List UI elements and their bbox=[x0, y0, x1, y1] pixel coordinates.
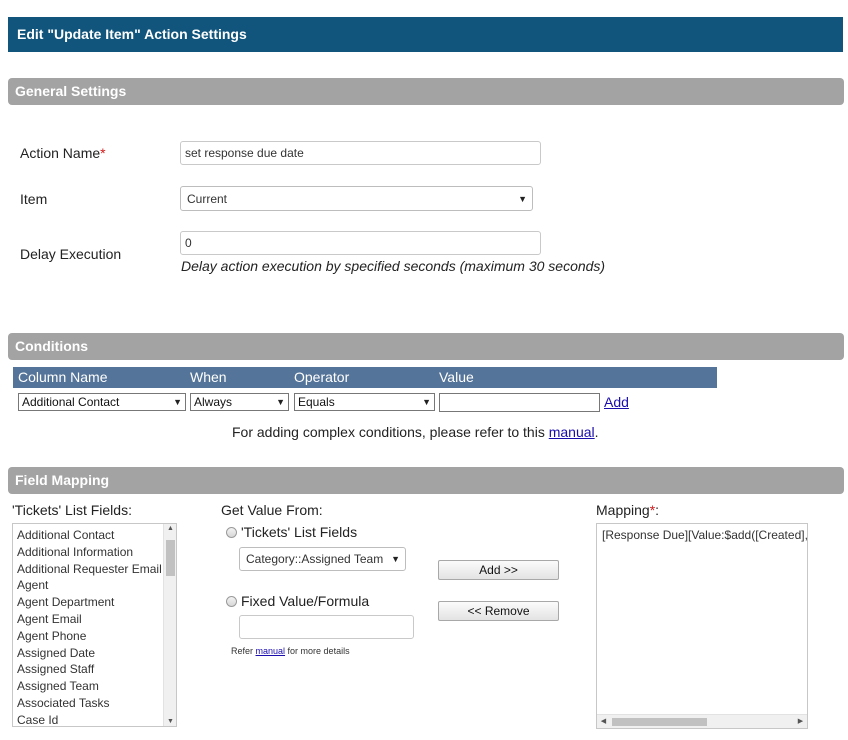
dialog-title: Edit "Update Item" Action Settings bbox=[8, 17, 843, 52]
scroll-down-arrow-icon[interactable]: ▼ bbox=[164, 718, 176, 725]
fixed-value-option-label: Fixed Value/Formula bbox=[241, 593, 370, 609]
value-header: Value bbox=[439, 369, 474, 385]
add-condition-link[interactable]: Add bbox=[604, 394, 629, 410]
mapping-label-colon: : bbox=[655, 502, 660, 518]
list-item[interactable]: Agent Department bbox=[13, 594, 164, 611]
list-item[interactable]: Assigned Staff bbox=[13, 661, 164, 678]
list-item[interactable]: Agent Email bbox=[13, 611, 164, 628]
conditions-manual-link[interactable]: manual bbox=[549, 424, 595, 440]
listbox-scrollbar[interactable]: ▲ ▼ bbox=[163, 524, 176, 726]
field-mapping-header: Field Mapping bbox=[8, 467, 844, 494]
fixed-value-radio[interactable] bbox=[226, 596, 237, 607]
refer-manual-link[interactable]: manual bbox=[256, 646, 286, 656]
fixed-value-input[interactable] bbox=[239, 615, 414, 639]
conditions-table-header: Column Name When Operator Value bbox=[13, 367, 717, 388]
list-item[interactable]: Additional Contact bbox=[13, 527, 164, 544]
action-name-label: Action Name* bbox=[20, 145, 106, 161]
source-field-select[interactable]: Category::Assigned Team ▼ bbox=[239, 547, 406, 571]
list-fields-label: 'Tickets' List Fields: bbox=[12, 502, 132, 518]
scrollbar-thumb[interactable] bbox=[612, 718, 707, 726]
list-item[interactable]: Assigned Team bbox=[13, 678, 164, 695]
list-item[interactable]: Additional Requester Email bbox=[13, 561, 164, 578]
scrollbar-thumb[interactable] bbox=[166, 540, 175, 576]
list-item[interactable]: Associated Tasks bbox=[13, 695, 164, 712]
mapping-label-text: Mapping bbox=[596, 502, 650, 518]
get-value-label: Get Value From: bbox=[221, 502, 323, 518]
item-label: Item bbox=[20, 191, 48, 207]
item-select[interactable]: Current ▼ bbox=[180, 186, 533, 211]
condition-operator-select[interactable]: Equals ▼ bbox=[294, 393, 435, 411]
list-fields-option-label: 'Tickets' List Fields bbox=[241, 524, 358, 540]
action-name-input[interactable]: set response due date bbox=[180, 141, 541, 165]
list-fields-listbox[interactable]: Additional Contact Additional Informatio… bbox=[12, 523, 177, 727]
chevron-down-icon: ▼ bbox=[518, 193, 527, 204]
condition-column-value: Additional Contact bbox=[22, 395, 120, 409]
refer-note-suffix: for more details bbox=[285, 646, 350, 656]
general-settings-header: General Settings bbox=[8, 78, 844, 105]
conditions-note-suffix: . bbox=[594, 424, 599, 440]
chevron-down-icon: ▼ bbox=[391, 554, 400, 564]
list-item[interactable]: Assigned Date bbox=[13, 645, 164, 662]
mapping-entry[interactable]: [Response Due][Value:$add([Created], bbox=[597, 524, 807, 542]
scroll-left-arrow-icon[interactable]: ◀ bbox=[597, 717, 610, 725]
remove-mapping-button[interactable]: << Remove bbox=[438, 601, 559, 621]
conditions-note: For adding complex conditions, please re… bbox=[232, 424, 599, 440]
condition-value-input[interactable] bbox=[439, 393, 600, 412]
mapping-listbox[interactable]: [Response Due][Value:$add([Created], ◀ ▶ bbox=[596, 523, 808, 729]
when-header: When bbox=[190, 369, 227, 385]
item-select-value: Current bbox=[187, 191, 228, 206]
required-mark: * bbox=[100, 145, 106, 161]
add-mapping-button[interactable]: Add >> bbox=[438, 560, 559, 580]
list-item[interactable]: Additional Information bbox=[13, 544, 164, 561]
condition-column-select[interactable]: Additional Contact ▼ bbox=[18, 393, 186, 411]
operator-header: Operator bbox=[294, 369, 350, 385]
condition-operator-value: Equals bbox=[298, 395, 335, 409]
chevron-down-icon: ▼ bbox=[173, 397, 182, 407]
refer-note-prefix: Refer bbox=[231, 646, 256, 656]
action-name-label-text: Action Name bbox=[20, 145, 101, 161]
list-fields-radio[interactable] bbox=[226, 527, 237, 538]
mapping-horizontal-scrollbar[interactable]: ◀ ▶ bbox=[597, 714, 807, 728]
scroll-right-arrow-icon[interactable]: ▶ bbox=[794, 717, 807, 725]
refer-manual-note: Refer manual for more details bbox=[231, 646, 350, 656]
condition-when-select[interactable]: Always ▼ bbox=[190, 393, 289, 411]
delay-hint: Delay action execution by specified seco… bbox=[181, 258, 606, 274]
list-item[interactable]: Agent Phone bbox=[13, 628, 164, 645]
scroll-up-arrow-icon[interactable]: ▲ bbox=[164, 525, 176, 532]
conditions-header: Conditions bbox=[8, 333, 844, 360]
delay-execution-input[interactable]: 0 bbox=[180, 231, 541, 255]
source-field-value: Category::Assigned Team bbox=[246, 552, 384, 566]
condition-when-value: Always bbox=[194, 395, 233, 409]
list-item[interactable]: Case Id bbox=[13, 712, 164, 726]
mapping-label: Mapping*: bbox=[596, 502, 659, 518]
list-item[interactable]: Agent bbox=[13, 577, 164, 594]
conditions-note-text: For adding complex conditions, please re… bbox=[232, 424, 549, 440]
chevron-down-icon: ▼ bbox=[422, 397, 431, 407]
delay-execution-label: Delay Execution bbox=[20, 246, 122, 262]
column-name-header: Column Name bbox=[18, 369, 108, 385]
chevron-down-icon: ▼ bbox=[276, 397, 285, 407]
